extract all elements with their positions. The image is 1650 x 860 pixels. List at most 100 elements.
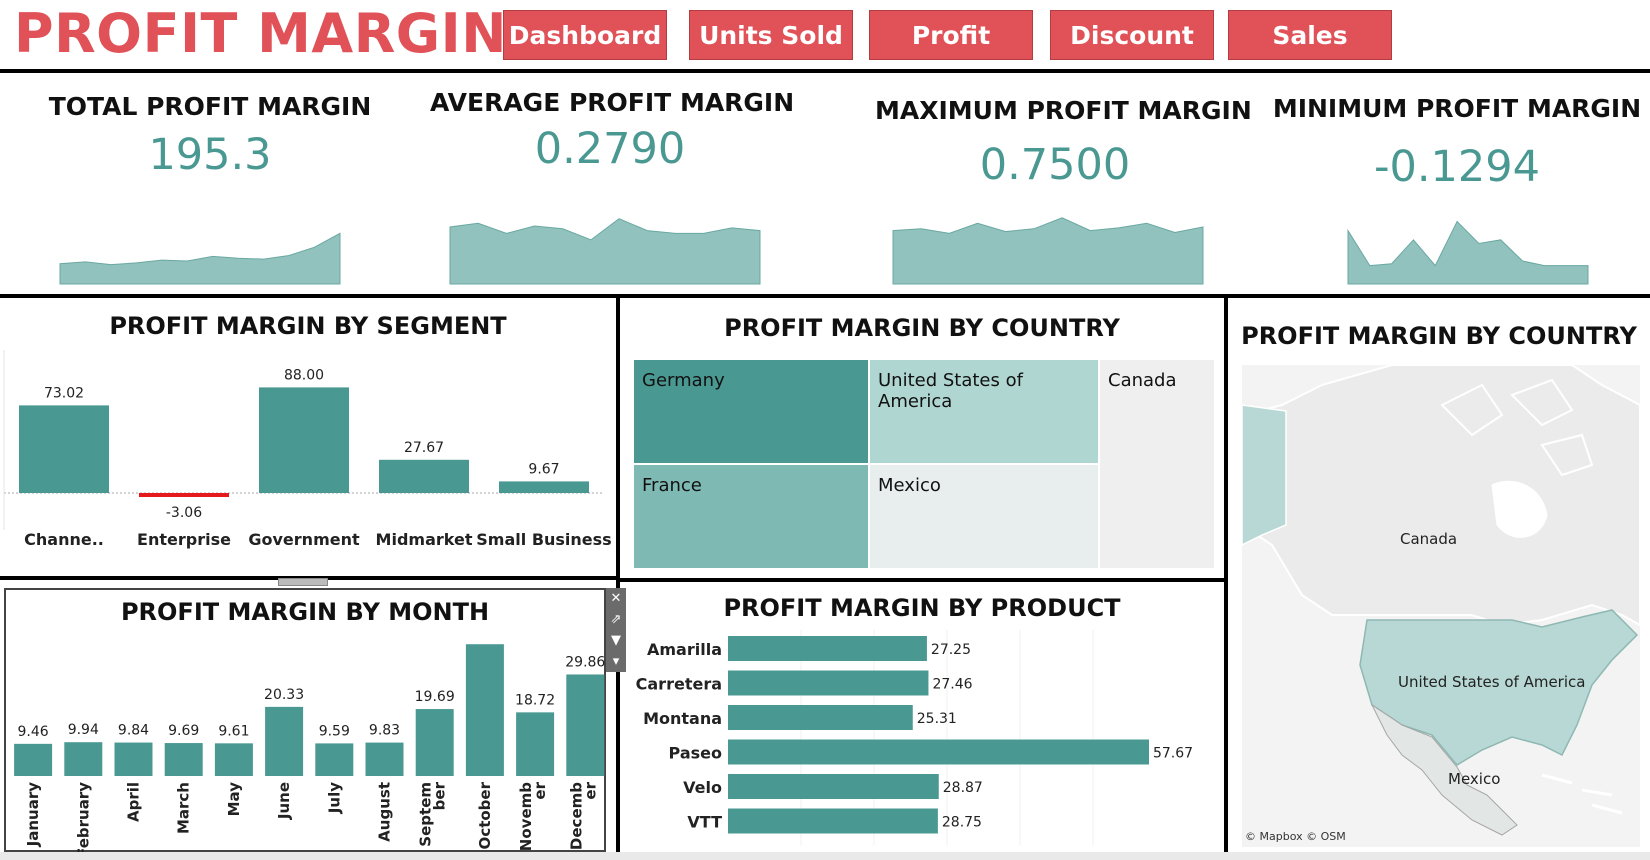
- segment-chart-title: PROFIT MARGIN BY SEGMENT: [109, 312, 507, 340]
- month-chart-title: PROFIT MARGIN BY MONTH: [120, 598, 490, 626]
- product-category-label: VTT: [687, 813, 722, 832]
- kpi-average-area: [449, 218, 761, 285]
- month-category-label: er: [581, 781, 599, 799]
- product-chart: 27.25 Amarilla 27.46 Carretera 25.31 Montana 5…: [636, 630, 1193, 845]
- kpi-maximum-sparkline: [892, 217, 1204, 285]
- segment-bar: [379, 459, 469, 493]
- month-bar: [516, 712, 555, 776]
- treemap-label-canada: Canada: [1108, 370, 1177, 391]
- month-value-label: 9.69: [168, 723, 199, 739]
- kpi-minimum-area: [1347, 220, 1589, 285]
- segment-bar: [19, 405, 109, 493]
- treemap-label-france: France: [642, 475, 702, 496]
- treemap-title: PROFIT MARGIN BY COUNTRY: [724, 314, 1120, 342]
- month-value-label: 19.69: [415, 689, 455, 705]
- resize-handle[interactable]: [278, 578, 328, 586]
- kpi-average-title: AVERAGE PROFIT MARGIN: [430, 88, 795, 117]
- nav-units-sold-button[interactable]: Units Sold: [689, 10, 853, 60]
- month-category-label: ber: [431, 781, 449, 810]
- treemap-cell-canada[interactable]: Canada: [1100, 360, 1214, 568]
- month-bar: [64, 742, 103, 776]
- kpi-minimum-title: MINIMUM PROFIT MARGIN: [1272, 94, 1642, 123]
- segment-chart: 73.02 Channe.. -3.06 Enterprise 88.00 Governm…: [3, 350, 612, 549]
- month-value-label: 18.72: [515, 692, 555, 708]
- month-value-label: 29.86: [565, 654, 605, 670]
- treemap-cell-mexico[interactable]: Mexico: [870, 465, 1100, 568]
- kpi-total-title: TOTAL PROFIT MARGIN: [48, 92, 372, 121]
- month-bar: [566, 674, 605, 776]
- month-value-label: 20.33: [264, 687, 304, 703]
- product-bar: [728, 808, 938, 834]
- kpi-maximum-title: MAXIMUM PROFIT MARGIN: [875, 96, 1252, 125]
- product-value-label: 57.67: [1153, 746, 1193, 762]
- product-category-label: Velo: [683, 778, 722, 797]
- product-bar: [728, 636, 927, 661]
- bottom-scrollbar[interactable]: [0, 852, 1650, 860]
- treemap-bottom-divider: [618, 578, 1228, 582]
- month-category-label: January: [24, 782, 42, 848]
- treemap-cell-germany[interactable]: Germany: [634, 360, 870, 465]
- month-category-label: April: [125, 782, 143, 822]
- kpi-minimum-sparkline: [1347, 220, 1589, 285]
- month-value-label: 9.94: [68, 722, 99, 738]
- product-category-label: Carretera: [636, 675, 722, 694]
- month-value-label: 9.83: [369, 723, 400, 739]
- map-region-alaska: [1242, 404, 1287, 546]
- product-category-label: Paseo: [669, 744, 722, 763]
- segment-category-label: Government: [248, 530, 360, 549]
- map-divider: [1224, 296, 1228, 852]
- kpi-average-sparkline: [449, 218, 761, 285]
- segment-category-label: Midmarket: [376, 530, 473, 549]
- map-label-usa: United States of America: [1398, 673, 1586, 691]
- kpi-average-value: 0.2790: [534, 124, 686, 174]
- product-category-label: Amarilla: [647, 640, 722, 659]
- segment-value-label: 9.67: [528, 461, 559, 477]
- month-bar: [315, 743, 354, 776]
- country-map[interactable]: [1242, 365, 1640, 847]
- product-value-label: 28.87: [943, 780, 983, 796]
- product-value-label: 27.25: [931, 642, 971, 658]
- month-value-label: 9.59: [319, 723, 350, 739]
- month-bar: [14, 743, 53, 776]
- month-category-label: August: [376, 782, 394, 842]
- map-label-mexico: Mexico: [1448, 770, 1501, 788]
- nav-dashboard-button[interactable]: Dashboard: [503, 10, 667, 60]
- treemap-label-germany: Germany: [642, 370, 725, 391]
- kpi-total-area: [59, 232, 341, 285]
- product-value-label: 27.46: [932, 677, 972, 693]
- segment-value-label: 73.02: [44, 385, 84, 401]
- month-category-label: er: [531, 781, 549, 799]
- nav-profit-button[interactable]: Profit: [869, 10, 1033, 60]
- nav-sales-button[interactable]: Sales: [1228, 10, 1392, 60]
- month-category-label: June: [275, 782, 293, 820]
- segment-category-label: Channe..: [24, 530, 104, 549]
- treemap-label-mexico: Mexico: [878, 475, 941, 496]
- treemap-cell-france[interactable]: France: [634, 465, 870, 568]
- segment-value-label: -3.06: [166, 505, 202, 521]
- product-bar: [728, 670, 929, 696]
- product-bar: [728, 774, 939, 799]
- product-value-label: 25.31: [917, 711, 957, 727]
- month-bar: [415, 709, 454, 776]
- map-title: PROFIT MARGIN BY COUNTRY: [1241, 322, 1637, 350]
- segment-category-label: Enterprise: [137, 530, 231, 549]
- nav-discount-button[interactable]: Discount: [1050, 10, 1214, 60]
- segment-category-label: Small Business: [476, 530, 611, 549]
- month-category-label: July: [325, 782, 343, 814]
- page-title: PROFIT MARGIN: [14, 2, 507, 65]
- product-value-label: 28.75: [942, 815, 982, 831]
- month-category-label: March: [175, 782, 193, 834]
- treemap-cell-usa[interactable]: United States of America: [870, 360, 1100, 465]
- kpi-divider: [0, 294, 1650, 298]
- month-value-label: 9.84: [118, 723, 149, 739]
- segment-bar: [259, 387, 349, 493]
- map-region-canada: [1242, 365, 1640, 627]
- kpi-maximum-value: 0.7500: [979, 140, 1131, 190]
- header-divider: [0, 69, 1650, 73]
- product-bar: [728, 705, 913, 730]
- kpi-total-value: 195.3: [148, 130, 272, 180]
- product-bar: [728, 739, 1149, 765]
- segment-value-label: 88.00: [284, 367, 324, 383]
- month-chart: 9.46 January 9.94 February 9.84 April 9.69 Marc…: [14, 640, 605, 852]
- treemap-label-usa: United States of America: [878, 370, 1023, 412]
